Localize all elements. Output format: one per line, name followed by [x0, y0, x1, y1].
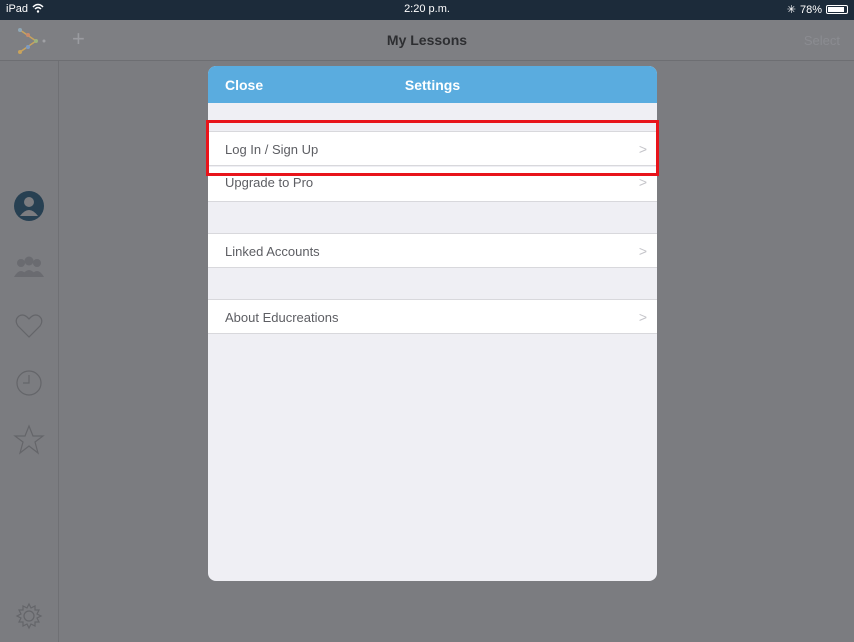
app-header: + My Lessons Select — [0, 20, 854, 61]
select-button[interactable]: Select — [804, 33, 840, 48]
clock-icon[interactable] — [12, 366, 46, 400]
heart-icon[interactable] — [12, 309, 46, 343]
battery-percent: 78% — [799, 3, 822, 16]
row-label: Upgrade to Pro — [225, 175, 314, 190]
chevron-right-icon: > — [638, 141, 647, 157]
star-icon[interactable] — [12, 423, 46, 457]
page-title: My Lessons — [386, 32, 468, 48]
clock-time: 2:20 p.m. — [404, 3, 450, 15]
sidebar — [0, 61, 59, 642]
row-label: About Educreations — [225, 310, 339, 325]
chevron-right-icon: > — [638, 243, 647, 259]
chevron-right-icon: > — [638, 309, 647, 325]
row-label: Log In / Sign Up — [225, 142, 319, 157]
bluetooth-icon: ✳ — [786, 4, 796, 16]
battery-icon — [826, 5, 848, 14]
gear-icon[interactable] — [12, 599, 46, 633]
modal-title: Settings — [404, 77, 461, 93]
modal-header: Close Settings — [208, 66, 657, 103]
status-bar: iPad 2:20 p.m. ✳ 78% — [0, 0, 854, 20]
upgrade-pro-row[interactable]: Upgrade to Pro > — [208, 167, 657, 202]
linked-accounts-row[interactable]: Linked Accounts > — [208, 233, 657, 268]
login-signup-row[interactable]: Log In / Sign Up > — [208, 131, 657, 166]
chevron-right-icon: > — [638, 174, 647, 190]
about-row[interactable]: About Educreations > — [208, 299, 657, 334]
profile-icon[interactable] — [12, 189, 46, 223]
group-icon[interactable] — [12, 251, 46, 285]
settings-modal: Close Settings Log In / Sign Up > Upgrad… — [208, 66, 657, 581]
row-label: Linked Accounts — [225, 244, 320, 259]
app-logo-icon[interactable] — [10, 26, 50, 56]
